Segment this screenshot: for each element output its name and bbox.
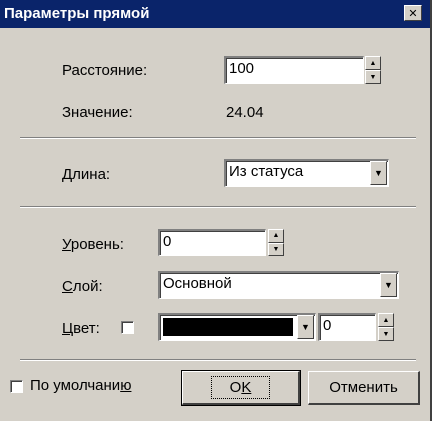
distance-input[interactable]: 100 xyxy=(224,56,364,84)
distance-spinner[interactable]: ▲ ▼ xyxy=(365,56,381,84)
length-dropdown-button[interactable]: ▼ xyxy=(370,161,387,185)
color-dropdown-button[interactable]: ▼ xyxy=(297,315,314,339)
layer-label: Слой: xyxy=(62,278,103,295)
chevron-down-icon: ▼ xyxy=(374,168,383,178)
spin-up-icon: ▲ xyxy=(272,232,280,240)
spin-up-icon: ▲ xyxy=(369,59,377,67)
separator xyxy=(20,206,416,208)
line-parameters-dialog: Параметры прямой ✕ Расстояние: 100 ▲ ▼ З… xyxy=(0,0,432,421)
level-value: 0 xyxy=(163,233,172,250)
separator xyxy=(20,359,416,361)
length-selected-value: Из статуса xyxy=(229,163,304,180)
color-checkbox[interactable] xyxy=(121,321,134,334)
spin-down-icon: ▼ xyxy=(272,245,280,253)
level-spin-down-button[interactable]: ▼ xyxy=(268,242,284,256)
distance-spin-down-button[interactable]: ▼ xyxy=(365,70,381,84)
length-select[interactable]: Из статуса xyxy=(224,159,389,187)
default-checkbox[interactable] xyxy=(10,380,23,393)
value-readout: 24.04 xyxy=(226,104,264,121)
spin-up-icon: ▲ xyxy=(382,316,390,324)
spin-down-icon: ▼ xyxy=(382,330,390,338)
level-input[interactable]: 0 xyxy=(158,229,266,256)
close-icon: ✕ xyxy=(408,7,418,20)
default-checkbox-label[interactable]: По умолчанию xyxy=(30,377,131,394)
ok-button[interactable]: OK xyxy=(181,370,301,406)
chevron-down-icon: ▼ xyxy=(301,322,310,332)
layer-dropdown-button[interactable]: ▼ xyxy=(380,273,397,297)
separator xyxy=(20,137,416,139)
color-label: Цвет: xyxy=(62,320,100,337)
title-bar[interactable]: Параметры прямой ✕ xyxy=(0,0,430,28)
spin-down-icon: ▼ xyxy=(369,73,377,81)
layer-select[interactable]: Основной xyxy=(158,271,399,299)
level-label: Уровень: xyxy=(62,236,124,253)
color-swatch xyxy=(163,318,293,336)
color-width-spin-up-button[interactable]: ▲ xyxy=(378,313,394,327)
color-width-value: 0 xyxy=(323,317,332,334)
length-label: Длина: xyxy=(62,166,111,183)
window-title: Параметры прямой xyxy=(4,5,150,22)
ok-button-label: OK xyxy=(210,376,271,399)
chevron-down-icon: ▼ xyxy=(384,280,393,290)
distance-spin-up-button[interactable]: ▲ xyxy=(365,56,381,70)
cancel-button-label: Отменить xyxy=(329,379,398,396)
value-label: Значение: xyxy=(62,104,133,121)
distance-value: 100 xyxy=(229,60,255,77)
color-width-spinner[interactable]: ▲ ▼ xyxy=(378,313,394,341)
color-select[interactable] xyxy=(158,313,316,341)
cancel-button[interactable]: Отменить xyxy=(308,371,420,405)
color-width-spin-down-button[interactable]: ▼ xyxy=(378,327,394,341)
level-spinner[interactable]: ▲ ▼ xyxy=(268,229,284,256)
level-spin-up-button[interactable]: ▲ xyxy=(268,229,284,243)
distance-label: Расстояние: xyxy=(62,62,148,79)
close-button[interactable]: ✕ xyxy=(404,5,422,21)
color-width-input[interactable]: 0 xyxy=(318,313,376,341)
layer-selected-value: Основной xyxy=(163,275,232,292)
